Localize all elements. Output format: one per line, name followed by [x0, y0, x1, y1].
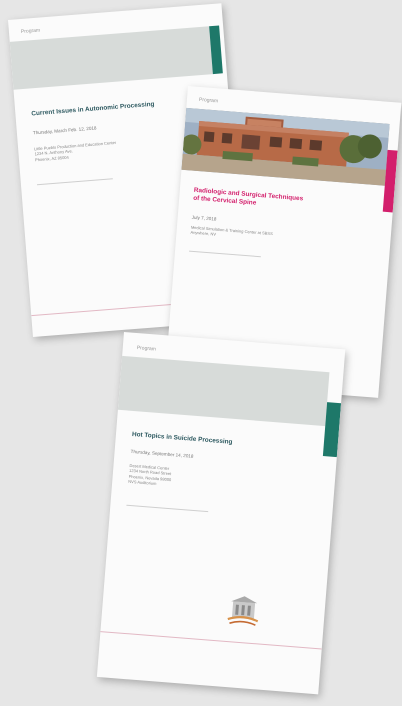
program-date: Thursday, March Feb. 12, 2018	[32, 125, 97, 136]
program-title: Hot Topics in Suicide Processing	[131, 430, 233, 446]
program-label: Program	[198, 96, 219, 105]
program-label: Program	[20, 27, 41, 36]
program-date: July 7, 2018	[191, 214, 217, 222]
header-band	[9, 26, 213, 90]
program-card-3[interactable]: Program Hot Topics in Suicide Processing…	[96, 332, 346, 695]
program-title: Radiologic and Surgical Techniques of th…	[192, 186, 304, 207]
accent-bar	[322, 402, 342, 458]
program-label: Program	[136, 345, 157, 353]
field-line	[189, 246, 262, 258]
field-line	[126, 500, 209, 513]
footer-line	[100, 631, 322, 650]
program-address: Little Pueblo Production and Education C…	[33, 139, 117, 163]
building-photo-illustration	[181, 107, 390, 186]
program-address: Medical Simulation & Training Center at …	[190, 224, 273, 238]
program-date: Thursday, September 14, 2018	[130, 448, 194, 459]
program-address: Desert Medical Center 1234 North Road St…	[128, 462, 172, 487]
seal-logo-icon	[225, 593, 262, 630]
building-photo	[181, 107, 390, 186]
program-title: Current Issues in Autonomic Processing	[31, 100, 155, 118]
field-line	[36, 174, 113, 186]
header-band	[117, 355, 330, 427]
